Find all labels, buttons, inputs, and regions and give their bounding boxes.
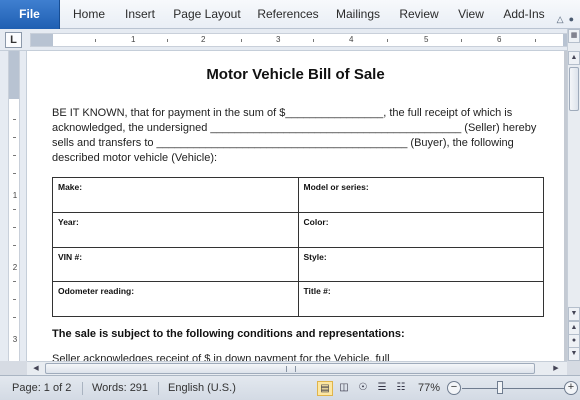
scroll-down-icon[interactable]: ▼ bbox=[568, 307, 580, 321]
tab-insert[interactable]: Insert bbox=[116, 0, 164, 29]
vehicle-details-table: Make: Model or series: Year: Color: VIN … bbox=[52, 177, 544, 317]
style-cell[interactable]: Style: bbox=[297, 246, 544, 283]
minimize-ribbon-icon[interactable]: △ bbox=[557, 14, 564, 25]
vertical-ruler-number: 2 bbox=[12, 263, 18, 272]
tab-selector-button[interactable]: L bbox=[5, 32, 22, 48]
document-area[interactable]: Motor Vehicle Bill of Sale BE IT KNOWN, … bbox=[27, 51, 567, 361]
previous-page-icon[interactable]: ▲ bbox=[568, 321, 580, 335]
ribbon-tab-bar: File Home Insert Page Layout References … bbox=[0, 0, 580, 29]
paragraph-line: sells and transfers to _________________… bbox=[52, 137, 514, 149]
paragraph-line: BE IT KNOWN, that for payment in the sum… bbox=[52, 107, 513, 119]
grip-icon bbox=[286, 366, 296, 372]
page-count[interactable]: Page: 1 of 2 bbox=[12, 376, 71, 400]
tab-home[interactable]: Home bbox=[66, 0, 112, 29]
odometer-cell[interactable]: Odometer reading: bbox=[52, 281, 299, 317]
horizontal-ruler[interactable]: L 1 2 3 4 5 6 bbox=[0, 29, 580, 78]
vertical-ruler[interactable]: 1 2 3 bbox=[0, 51, 27, 361]
zoom-level[interactable]: 77% bbox=[418, 376, 440, 400]
tab-references[interactable]: References bbox=[252, 0, 324, 29]
table-row: Odometer reading: Title #: bbox=[52, 281, 544, 317]
zoom-slider[interactable] bbox=[462, 388, 564, 389]
document-title: Motor Vehicle Bill of Sale bbox=[206, 66, 385, 83]
web-layout-icon[interactable]: ☉ bbox=[355, 381, 371, 396]
next-page-icon[interactable]: ▼ bbox=[568, 347, 580, 361]
zoom-slider-thumb[interactable] bbox=[497, 381, 503, 394]
status-bar: Page: 1 of 2 Words: 291 English (U.S.) ▤… bbox=[0, 375, 580, 400]
tab-mailings[interactable]: Mailings bbox=[328, 0, 388, 29]
horizontal-scroll-thumb[interactable] bbox=[45, 363, 535, 374]
word-count[interactable]: Words: 291 bbox=[92, 376, 148, 400]
tab-review[interactable]: Review bbox=[392, 0, 446, 29]
ruler-number: 2 bbox=[201, 35, 206, 44]
vertical-scrollbar[interactable]: ▦ ▲ ▼ ▲ ● ▼ bbox=[567, 29, 580, 361]
outline-icon[interactable]: ☰ bbox=[374, 381, 390, 396]
scroll-up-icon[interactable]: ▲ bbox=[568, 51, 580, 65]
zoom-out-button[interactable]: − bbox=[447, 381, 461, 395]
tab-view[interactable]: View bbox=[450, 0, 492, 29]
ruler-number: 5 bbox=[424, 35, 429, 44]
table-row: Year: Color: bbox=[52, 211, 544, 248]
ruler-number: 1 bbox=[131, 35, 136, 44]
horizontal-scrollbar[interactable]: ◀ ▶ bbox=[27, 361, 567, 375]
vertical-ruler-number: 1 bbox=[12, 191, 18, 200]
tab-add-ins[interactable]: Add-Ins bbox=[496, 0, 552, 29]
table-row: Make: Model or series: bbox=[52, 177, 544, 213]
ruler-bar: 1 2 3 4 5 6 bbox=[30, 33, 570, 47]
title-number-cell[interactable]: Title #: bbox=[297, 281, 544, 317]
conditions-heading: The sale is subject to the following con… bbox=[52, 328, 405, 340]
vin-cell[interactable]: VIN #: bbox=[52, 246, 299, 283]
year-cell[interactable]: Year: bbox=[52, 211, 299, 248]
draft-icon[interactable]: ☷ bbox=[393, 381, 409, 396]
color-cell[interactable]: Color: bbox=[297, 211, 544, 248]
help-icon[interactable]: ● bbox=[569, 14, 574, 24]
table-row: VIN #: Style: bbox=[52, 246, 544, 283]
paragraph-line: described motor vehicle (Vehicle): bbox=[52, 152, 218, 164]
language-indicator[interactable]: English (U.S.) bbox=[168, 376, 236, 400]
model-cell[interactable]: Model or series: bbox=[297, 177, 544, 213]
tab-page-layout[interactable]: Page Layout bbox=[168, 0, 246, 29]
ruler-number: 6 bbox=[497, 35, 502, 44]
scroll-left-icon[interactable]: ◀ bbox=[29, 363, 43, 375]
vertical-scroll-thumb[interactable] bbox=[569, 67, 579, 111]
tab-file[interactable]: File bbox=[0, 0, 60, 29]
ruler-number: 3 bbox=[276, 35, 281, 44]
make-cell[interactable]: Make: bbox=[52, 177, 299, 213]
document-page[interactable]: Motor Vehicle Bill of Sale BE IT KNOWN, … bbox=[27, 51, 564, 361]
view-ruler-toggle-icon[interactable]: ▦ bbox=[568, 29, 580, 43]
paragraph-line: Seller acknowledges receipt of $ in down… bbox=[52, 353, 390, 361]
vertical-ruler-number: 3 bbox=[12, 335, 18, 344]
full-screen-reading-icon[interactable]: ◫ bbox=[336, 381, 352, 396]
ruler-number: 4 bbox=[349, 35, 354, 44]
paragraph-line: acknowledged, the undersigned __________… bbox=[52, 122, 537, 134]
print-layout-icon[interactable]: ▤ bbox=[317, 381, 333, 396]
scroll-right-icon[interactable]: ▶ bbox=[549, 363, 563, 375]
select-browse-object-icon[interactable]: ● bbox=[568, 334, 580, 348]
zoom-in-button[interactable]: + bbox=[564, 381, 578, 395]
